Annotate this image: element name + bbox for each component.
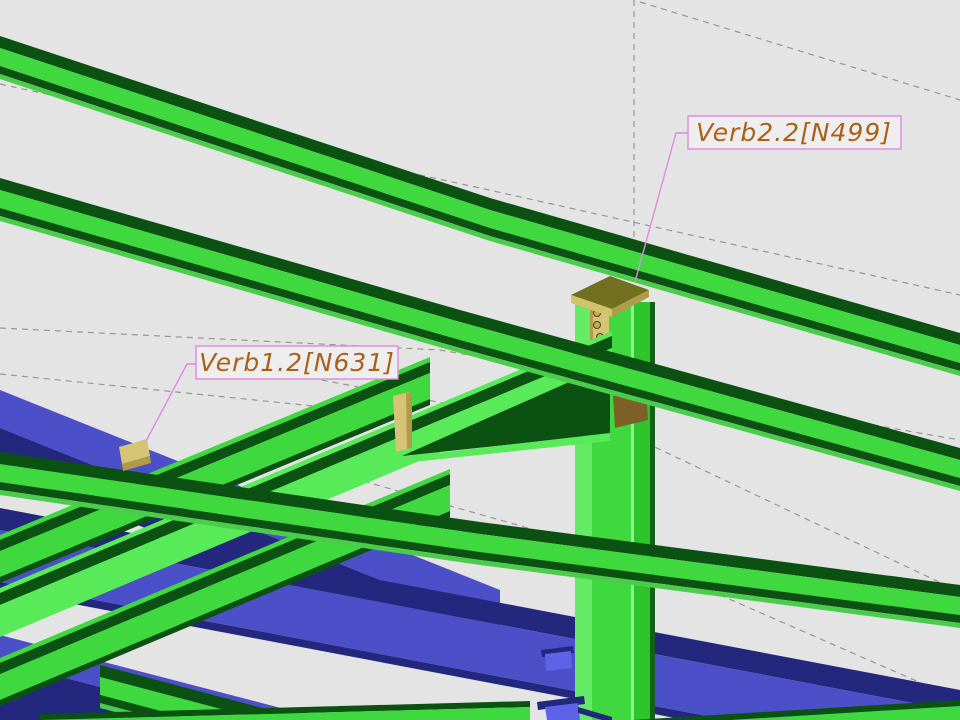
purlin-clip-1-web	[545, 651, 572, 671]
label-text-verb2: Verb2.2[N499]	[696, 118, 892, 147]
label-text-verb1: Verb1.2[N631]	[199, 348, 395, 377]
stiffener-edge	[406, 392, 412, 449]
cad-viewport[interactable]: Verb1.2[N631] Verb2.2[N499]	[0, 0, 960, 720]
bolt	[594, 322, 601, 329]
